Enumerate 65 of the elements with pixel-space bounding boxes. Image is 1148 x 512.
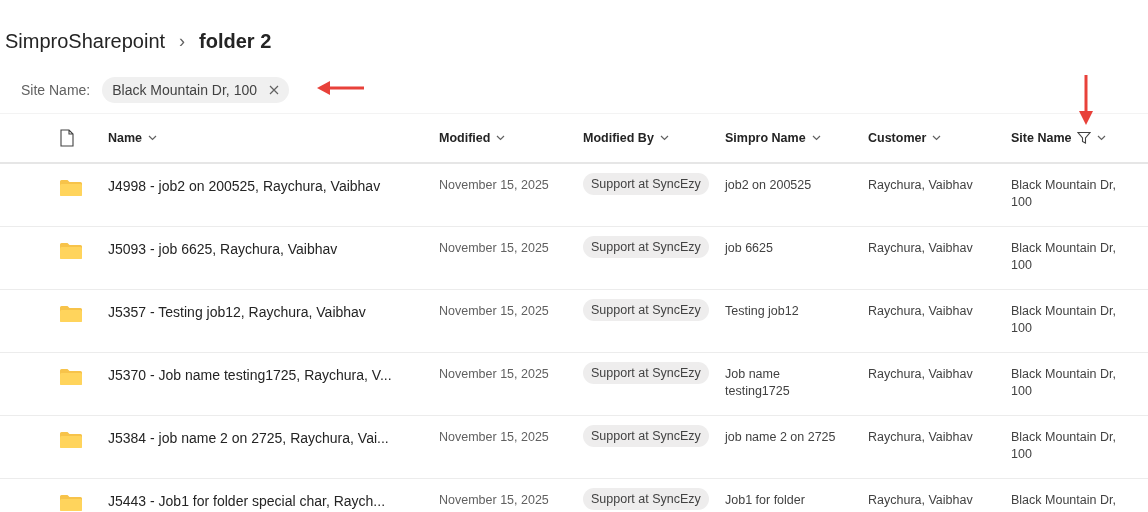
column-header[interactable]: Name (108, 131, 439, 145)
customer-name: Raychura, Vaibhav (868, 429, 973, 446)
site-name: Black Mountain Dr, (1011, 492, 1116, 509)
site-name: Black Mountain Dr, 100 (1011, 177, 1117, 211)
modified-date: November 15, 2025 (439, 240, 549, 257)
folder-name-link[interactable]: J5357 - Testing job12, Raychura, Vaibhav (108, 290, 366, 320)
folder-icon (60, 432, 82, 448)
annotation-arrow-icon (1078, 74, 1094, 126)
folder-name-link[interactable]: J4998 - job2 on 200525, Raychura, Vaibhav (108, 164, 381, 194)
person-tag[interactable]: Support at SyncEzy (583, 425, 709, 447)
simpro-name: Job1 for folder (725, 492, 805, 509)
annotation-arrow-icon (316, 80, 366, 96)
customer-name: Raychura, Vaibhav (868, 303, 973, 320)
breadcrumb-separator: › (179, 30, 186, 52)
chevron-icon (496, 135, 506, 141)
close-icon[interactable] (269, 85, 279, 95)
simpro-name: job 6625 (725, 240, 773, 257)
simpro-name: Testing job12 (725, 303, 799, 320)
folder-icon (60, 243, 82, 259)
chevron-icon (932, 135, 942, 141)
filter-chip[interactable]: Black Mountain Dr, 100 (102, 77, 289, 103)
column-header[interactable]: Site Name (1011, 131, 1148, 145)
customer-name: Raychura, Vaibhav (868, 177, 973, 194)
customer-name: Raychura, Vaibhav (868, 366, 973, 383)
customer-name: Raychura, Vaibhav (868, 240, 973, 257)
breadcrumb-current: folder 2 (199, 29, 272, 53)
file-icon (60, 129, 74, 147)
column-header[interactable]: Customer (868, 131, 1011, 145)
modified-date: November 15, 2025 (439, 177, 549, 194)
person-tag[interactable]: Support at SyncEzy (583, 173, 709, 195)
simpro-name: job2 on 200525 (725, 177, 812, 194)
modified-date: November 15, 2025 (439, 429, 549, 446)
filter-icon (1077, 131, 1092, 145)
modified-date: November 15, 2025 (439, 303, 549, 320)
chevron-icon (148, 135, 158, 141)
simpro-name: job name 2 on 2725 (725, 429, 836, 446)
simpro-name: Job name testing1725 (725, 366, 791, 400)
breadcrumb-link[interactable]: SimproSharepoint (5, 29, 166, 53)
modified-date: November 15, 2025 (439, 492, 549, 509)
filter-label: Site Name: (21, 82, 91, 98)
folder-name-link[interactable]: J5093 - job 6625, Raychura, Vaibhav (108, 227, 338, 257)
column-header[interactable]: Modified (439, 131, 583, 145)
folder-icon (60, 369, 82, 385)
filter-value: Black Mountain Dr, 100 (112, 82, 257, 98)
folder-name-link[interactable]: J5370 - Job name testing1725, Raychura, V... (108, 353, 392, 383)
site-name: Black Mountain Dr, 100 (1011, 240, 1117, 274)
chevron-icon (811, 135, 821, 141)
customer-name: Raychura, Vaibhav (868, 492, 973, 509)
folder-icon (60, 495, 82, 511)
person-tag[interactable]: Support at SyncEzy (583, 488, 709, 510)
chevron-icon (659, 135, 669, 141)
site-name: Black Mountain Dr, 100 (1011, 429, 1117, 463)
person-tag[interactable]: Support at SyncEzy (583, 362, 709, 384)
person-tag[interactable]: Support at SyncEzy (583, 236, 709, 258)
folder-name-link[interactable]: J5443 - Job1 for folder special char, Raych... (108, 479, 386, 509)
modified-date: November 15, 2025 (439, 366, 549, 383)
site-name: Black Mountain Dr, 100 (1011, 303, 1117, 337)
folder-name-link[interactable]: J5384 - job name 2 on 2725, Raychura, Vai... (108, 416, 389, 446)
chevron-icon (1097, 135, 1107, 141)
folder-icon (60, 180, 82, 196)
site-name: Black Mountain Dr, 100 (1011, 366, 1117, 400)
column-header[interactable]: Modified By (583, 131, 725, 145)
folder-icon (60, 306, 82, 322)
column-header[interactable]: Simpro Name (725, 131, 868, 145)
person-tag[interactable]: Support at SyncEzy (583, 299, 709, 321)
